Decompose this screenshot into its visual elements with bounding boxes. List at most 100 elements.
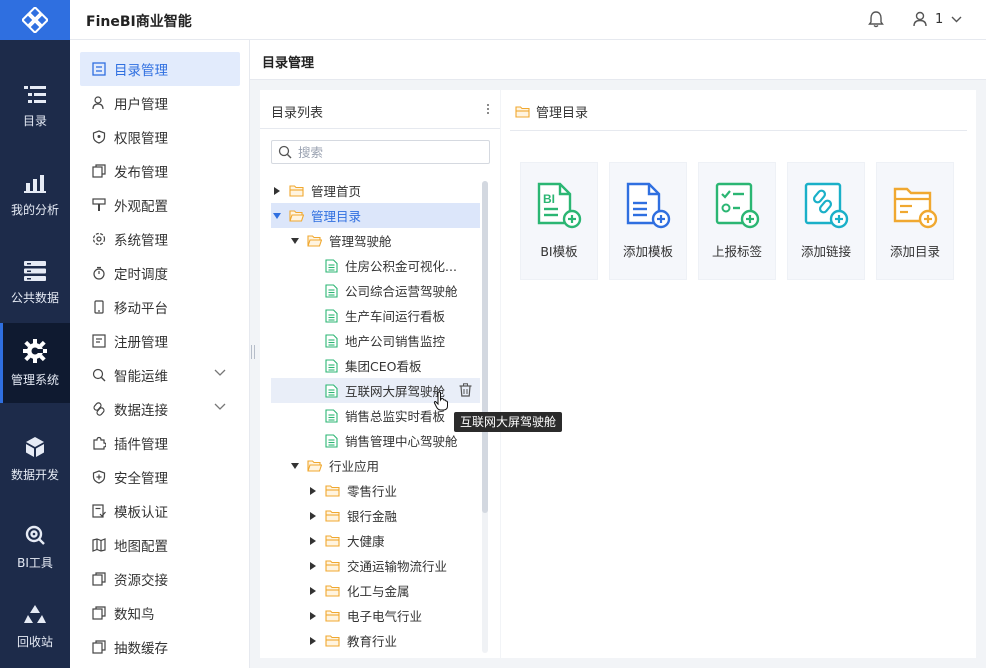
menu-item-shuzhiniao[interactable]: 数知鸟	[80, 596, 240, 630]
menu-item-extract-cache[interactable]: 抽数缓存	[80, 630, 240, 664]
tree-node-label: 行业应用	[329, 459, 380, 474]
caret-down-icon[interactable]	[289, 235, 301, 247]
user-menu[interactable]: 1	[913, 11, 962, 27]
rail-item-catalog[interactable]: 目录	[0, 67, 70, 147]
tree-node-label: 住房公积金可视化...	[345, 259, 457, 274]
tree-folder-node[interactable]: 管理目录	[271, 203, 480, 228]
menu-item-permission-management[interactable]: 权限管理	[80, 120, 240, 154]
card-label: 上报标签	[711, 244, 762, 259]
menu-item-scheduling[interactable]: 定时调度	[80, 256, 240, 290]
plugin-icon	[93, 436, 106, 450]
app-title: FineBI商业智能	[86, 14, 192, 30]
caret-down-icon[interactable]	[289, 460, 301, 472]
menu-item-plugin-management[interactable]: 插件管理	[80, 426, 240, 460]
scrollbar-thumb[interactable]	[482, 181, 488, 513]
bi-template-card[interactable]: BI BI模板	[520, 162, 598, 280]
rail-item-management[interactable]: 管理系统	[0, 323, 70, 403]
menu-item-resource-handover[interactable]: 资源交接	[80, 562, 240, 596]
caret-right-icon[interactable]	[307, 485, 319, 497]
menu-item-label: 数知鸟	[114, 607, 155, 623]
recycle-icon	[24, 604, 46, 623]
copy-icon	[92, 164, 106, 178]
more-options-icon[interactable]	[487, 104, 490, 116]
menu-resize-handle[interactable]	[251, 345, 257, 359]
template-add-icon	[626, 182, 671, 229]
tree-folder-node[interactable]: 管理驾驶舱	[271, 228, 480, 253]
divider	[510, 130, 967, 131]
add-template-card[interactable]: 添加模板	[609, 162, 687, 280]
rail-label: 数据开发	[10, 467, 59, 482]
tree-folder-node[interactable]: 电子电气行业	[271, 603, 480, 628]
tree-node-label: 销售管理中心驾驶舱	[345, 434, 458, 449]
timer-icon	[93, 266, 105, 280]
caret-right-icon[interactable]	[307, 560, 319, 572]
menu-item-smart-ops[interactable]: 智能运维	[80, 358, 240, 392]
dashboard-file-icon	[325, 333, 338, 348]
tree-folder-node[interactable]: 行业应用	[271, 453, 480, 478]
menu-item-mobile-platform[interactable]: 移动平台	[80, 290, 240, 324]
dashboard-file-icon	[325, 408, 338, 423]
menu-item-registration[interactable]: 注册管理	[80, 324, 240, 358]
delete-icon[interactable]	[459, 383, 472, 400]
menu-item-map-config[interactable]: 地图配置	[80, 528, 240, 562]
directory-detail-panel: 管理目录 BI BI模板 添加模板 上报标签 添加链接 添加目录	[501, 90, 976, 658]
menu-item-publish-management[interactable]: 发布管理	[80, 154, 240, 188]
tree-folder-node[interactable]: 银行金融	[271, 503, 480, 528]
menu-item-label: 移动平台	[114, 301, 168, 317]
tree-folder-node[interactable]: 教育行业	[271, 628, 480, 648]
tree-file-node[interactable]: 公司综合运营驾驶舱	[271, 278, 480, 303]
menu-item-template-certification[interactable]: 模板认证	[80, 494, 240, 528]
menu-item-label: 安全管理	[114, 471, 168, 487]
menu-item-user-management[interactable]: 用户管理	[80, 86, 240, 120]
tree-folder-node[interactable]: 化工与金属	[271, 578, 480, 603]
add-directory-card[interactable]: 添加目录	[876, 162, 954, 280]
bell-icon[interactable]	[868, 10, 884, 28]
caret-right-icon[interactable]	[307, 635, 319, 647]
menu-item-appearance-config[interactable]: 外观配置	[80, 188, 240, 222]
menu-item-system-management[interactable]: 系统管理	[80, 222, 240, 256]
tree-folder-node[interactable]: 大健康	[271, 528, 480, 553]
rail-item-data-dev[interactable]: 数据开发	[0, 419, 70, 499]
tree-file-node[interactable]: 住房公积金可视化...	[271, 253, 480, 278]
rail-item-recycle-bin[interactable]: 回收站	[0, 587, 70, 667]
rail-item-my-analysis[interactable]: 我的分析	[0, 155, 70, 235]
tree-file-node[interactable]: 集团CEO看板	[271, 353, 480, 378]
menu-item-security-management[interactable]: 安全管理	[80, 460, 240, 494]
report-tag-card[interactable]: 上报标签	[698, 162, 776, 280]
rail-item-bi-tools[interactable]: BI工具	[0, 507, 70, 587]
brush-icon	[92, 198, 106, 211]
app-logo[interactable]	[0, 0, 70, 40]
tree-folder-node[interactable]: 交通运输物流行业	[271, 553, 480, 578]
dashboard-file-icon	[325, 283, 338, 298]
tree-folder-node[interactable]: 管理首页	[271, 178, 480, 203]
add-link-card[interactable]: 添加链接	[787, 162, 865, 280]
caret-right-icon[interactable]	[307, 535, 319, 547]
caret-right-icon[interactable]	[307, 510, 319, 522]
menu-item-data-connection[interactable]: 数据连接	[80, 392, 240, 426]
search-input[interactable]	[298, 144, 478, 160]
caret-right-icon[interactable]	[307, 585, 319, 597]
tree-node-label: 电子电气行业	[347, 609, 423, 624]
catalog-icon	[24, 85, 46, 103]
menu-item-catalog-management[interactable]: 目录管理	[80, 52, 240, 86]
tree-node-label: 教育行业	[347, 634, 398, 648]
tree-file-node[interactable]: 生产车间运行看板	[271, 303, 480, 328]
caret-down-icon[interactable]	[271, 210, 283, 222]
dashboard-file-icon	[325, 258, 338, 273]
caret-right-icon[interactable]	[307, 610, 319, 622]
svg-text:BI: BI	[543, 192, 555, 206]
folder-icon	[325, 609, 340, 622]
tree-search[interactable]	[271, 140, 490, 164]
caret-right-icon[interactable]	[271, 185, 283, 197]
tree-folder-node[interactable]: 零售行业	[271, 478, 480, 503]
tree-file-node[interactable]: 销售管理中心驾驶舱	[271, 428, 480, 453]
management-menu: 目录管理 用户管理 权限管理 发布管理 外观配置 系统管理 定时调度 移动平台 …	[70, 40, 250, 668]
tree-node-label: 零售行业	[347, 484, 398, 499]
tree-file-node[interactable]: 地产公司销售监控	[271, 328, 480, 353]
certificate-icon	[92, 504, 106, 518]
rail-item-public-data[interactable]: 公共数据	[0, 243, 70, 323]
